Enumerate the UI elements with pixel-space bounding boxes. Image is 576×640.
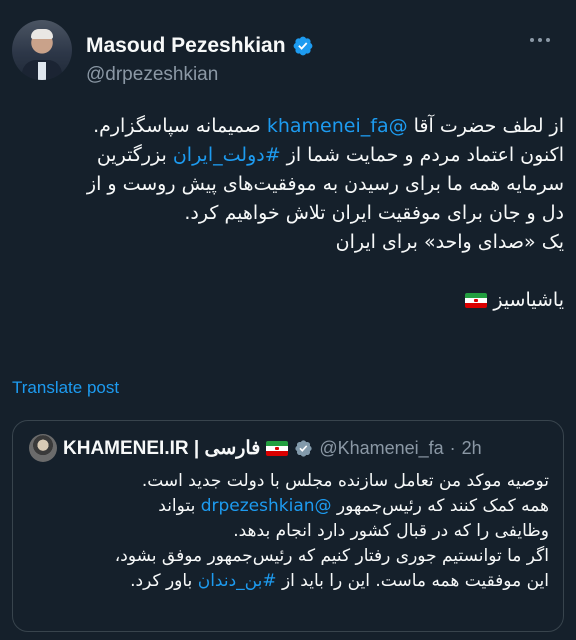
quoted-verified-badge-icon: [295, 439, 312, 457]
mention-link[interactable]: @khamenei_fa: [267, 115, 408, 137]
quoted-avatar[interactable]: [29, 434, 57, 462]
post-header: Masoud Pezeshkian @drpezeshkian: [12, 12, 564, 92]
author-name[interactable]: Masoud Pezeshkian: [86, 34, 286, 58]
quoted-post[interactable]: KHAMENEI.IR | فارسی @Khamenei_fa · 2h تو…: [12, 420, 564, 632]
quoted-author-name[interactable]: KHAMENEI.IR | فارسی: [63, 437, 260, 460]
hashtag-link[interactable]: #دولت_ایران: [173, 144, 281, 166]
text-segment: سرمایه همه ما برای رسیدن به موفقیت‌های پ…: [86, 173, 564, 195]
text-line: یک «صدای واحد» برای ایران: [12, 228, 564, 257]
text-line: [12, 257, 564, 286]
text-segment: یاشیاسیز: [487, 289, 564, 311]
text-line: همه کمک کنند که رئیس‌جمهور @drpezeshkian…: [25, 494, 549, 519]
quoted-time[interactable]: 2h: [462, 438, 482, 459]
text-segment: یک «صدای واحد» برای ایران: [335, 231, 564, 253]
text-line: وظایفی را که در قبال کشور دارد انجام بده…: [25, 519, 549, 544]
author-name-row: Masoud Pezeshkian: [86, 34, 314, 58]
quoted-separator: ·: [449, 437, 456, 458]
text-line: اگر ما توانستیم جوری رفتار کنیم که رئیس‌…: [25, 544, 549, 569]
more-options-icon[interactable]: [530, 34, 554, 46]
quoted-post-header: KHAMENEI.IR | فارسی @Khamenei_fa · 2h: [29, 434, 551, 462]
text-segment: از لطف حضرت آقا: [407, 115, 564, 137]
avatar[interactable]: [12, 20, 72, 80]
text-segment: همه کمک کنند که رئیس‌جمهور: [331, 496, 549, 516]
author-handle[interactable]: @drpezeshkian: [86, 64, 218, 86]
text-segment: توصیه موکد من تعامل سازنده مجلس با دولت …: [141, 471, 549, 491]
text-segment: دل و جان برای موفقیت ایران تلاش خواهیم ک…: [184, 202, 564, 224]
text-segment: صمیمانه سپاسگزارم.: [93, 115, 267, 137]
quoted-post-text: توصیه موکد من تعامل سازنده مجلس با دولت …: [25, 469, 549, 594]
iran-flag-icon: [465, 293, 488, 308]
hashtag-link[interactable]: #بن_دندان: [198, 571, 277, 591]
quoted-handle[interactable]: @Khamenei_fa: [319, 438, 443, 459]
text-line: اکنون اعتماد مردم و حمایت شما از #دولت_ا…: [12, 141, 564, 170]
text-line: دل و جان برای موفقیت ایران تلاش خواهیم ک…: [12, 199, 564, 228]
translate-post-link[interactable]: Translate post: [12, 378, 119, 398]
text-segment: این موفقیت همه ماست. این را باید از: [276, 571, 549, 591]
text-line: این موفقیت همه ماست. این را باید از #بن_…: [25, 569, 549, 594]
iran-flag-icon: [266, 440, 289, 456]
text-segment: وظایفی را که در قبال کشور دارد انجام بده…: [233, 521, 549, 541]
text-segment: اگر ما توانستیم جوری رفتار کنیم که رئیس‌…: [114, 546, 549, 566]
text-line: یاشیاسیز: [12, 286, 564, 315]
verified-badge-icon: [293, 36, 312, 56]
text-line: از لطف حضرت آقا @khamenei_fa صمیمانه سپا…: [12, 112, 564, 141]
text-segment: بتواند: [158, 496, 201, 516]
text-segment: اکنون اعتماد مردم و حمایت شما از: [280, 144, 564, 166]
post-text: از لطف حضرت آقا @khamenei_fa صمیمانه سپا…: [12, 112, 564, 315]
text-segment: باور کرد.: [130, 571, 198, 591]
text-line: سرمایه همه ما برای رسیدن به موفقیت‌های پ…: [12, 170, 564, 199]
text-line: توصیه موکد من تعامل سازنده مجلس با دولت …: [25, 469, 549, 494]
mention-link[interactable]: @drpezeshkian: [201, 496, 332, 516]
text-segment: بزرگترین: [96, 144, 173, 166]
